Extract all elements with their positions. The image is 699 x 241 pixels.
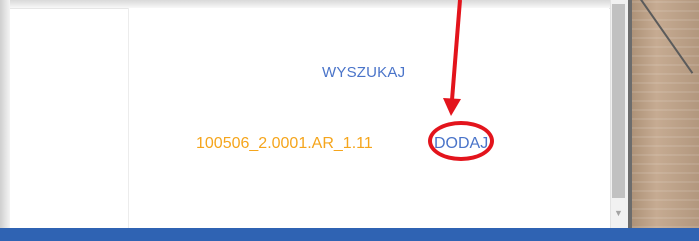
record-code: 100506_2.0001.AR_1.11: [196, 135, 373, 152]
annotation-circle: [428, 121, 494, 161]
scrollbar-thumb[interactable]: [612, 4, 625, 198]
background-edge: [628, 0, 632, 228]
chevron-down-icon[interactable]: ▼: [612, 206, 625, 220]
app-window: WYSZUKAJ 100506_2.0001.AR_1.11 DODAJ ▼: [0, 0, 699, 241]
search-link[interactable]: WYSZUKAJ: [322, 64, 405, 81]
bottom-bar: [0, 228, 699, 241]
left-border: [0, 0, 10, 241]
results-column: [128, 8, 609, 228]
